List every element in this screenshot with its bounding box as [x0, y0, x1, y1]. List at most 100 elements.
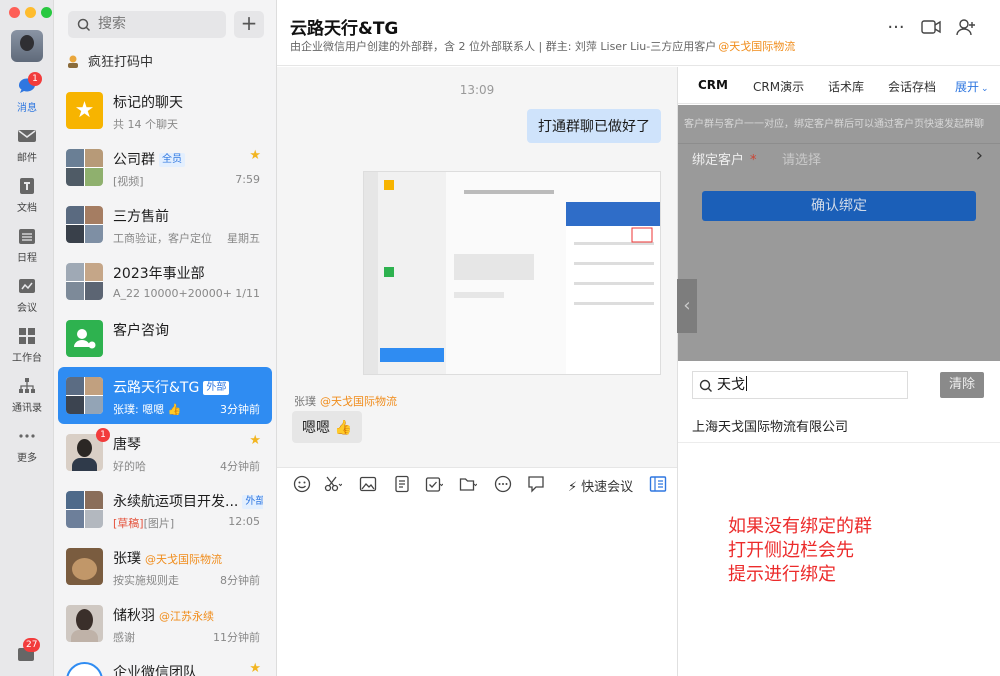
- subtitle-text: 由企业微信用户创建的外部群，含 2 位外部联系人 | 群主: 刘萍 Liser …: [290, 40, 717, 53]
- chat-item-chuqiuyu[interactable]: 储秋羽 @江苏永续 感谢 11分钟前: [58, 595, 272, 652]
- clear-button[interactable]: 清除: [940, 372, 984, 398]
- nav-item-workbench[interactable]: 工作台: [0, 322, 54, 368]
- chat-item-presales[interactable]: 三方售前 工商验证，客户定位... 星期五: [58, 196, 272, 253]
- chat-time: 4分钟前: [220, 460, 260, 473]
- nav-label: 更多: [17, 453, 37, 464]
- zoom-window-button[interactable]: [41, 7, 52, 18]
- nav-item-mail[interactable]: 邮件: [0, 122, 54, 168]
- sender-name: 张璞 @天戈国际物流: [294, 393, 397, 409]
- nav-item-more[interactable]: 更多: [0, 422, 54, 468]
- star-icon: ★: [249, 433, 261, 448]
- group-avatar: [66, 149, 103, 186]
- sender-org: @天戈国际物流: [320, 395, 397, 408]
- text-cursor: [746, 376, 747, 391]
- search-result-item[interactable]: 上海天戈国际物流有限公司: [692, 416, 848, 435]
- unread-badge: 1: [96, 428, 110, 442]
- my-message-bubble[interactable]: 打通群聊已做好了: [527, 109, 661, 143]
- chat-item-company-group[interactable]: 公司群 全员 ★ [视频] 7:59: [58, 139, 272, 196]
- voice-call-button[interactable]: [920, 18, 942, 40]
- nav-rail: 1 消息 邮件 文档 日程 会议 工作台 通讯录 更多 27: [0, 0, 54, 676]
- chevron-down-icon: ⌄: [981, 84, 989, 94]
- schedule-icon[interactable]: [425, 475, 443, 493]
- expand-label: 展开: [955, 80, 980, 94]
- nav-label: 文档: [17, 203, 37, 214]
- org-label: @江苏永续: [159, 610, 214, 623]
- nav-label: 消息: [17, 103, 37, 114]
- crm-sidebar: CRM CRM演示 话术库 会话存档 展开 ⌄ 客户群与客户一一对应，绑定客户群后…: [677, 67, 1000, 676]
- workbench-icon: [19, 328, 35, 344]
- message-input[interactable]: [277, 501, 677, 676]
- chat-item-wecom-team[interactable]: 企业微信团队 ★: [58, 652, 272, 676]
- chat-name-text: 储秋羽: [113, 608, 155, 624]
- lightning-icon: ⚡: [568, 480, 578, 495]
- emoji-icon[interactable]: [293, 475, 311, 493]
- group-avatar: [66, 206, 103, 243]
- file-icon[interactable]: [393, 475, 411, 493]
- tab-expand[interactable]: 展开 ⌄: [955, 78, 989, 95]
- chat-item-starred[interactable]: ★ 标记的聊天 共 14 个聊天: [58, 82, 272, 139]
- chat-time: 11分钟前: [213, 631, 260, 644]
- nav-item-docs[interactable]: 文档: [0, 172, 54, 218]
- sidebar-tabs: CRM CRM演示 话术库 会话存档 展开 ⌄: [678, 67, 1000, 104]
- chat-item-zhangpu[interactable]: 张璞 @天戈国际物流 按实施规则走 8分钟前: [58, 538, 272, 595]
- annotation-line: 如果没有绑定的群: [728, 516, 872, 537]
- quick-meeting-button[interactable]: ⚡ 快速会议: [568, 476, 633, 495]
- add-button[interactable]: +: [234, 11, 264, 38]
- tab-archive[interactable]: 会话存档: [888, 78, 936, 95]
- add-member-button[interactable]: [955, 18, 977, 40]
- nav-item-messages[interactable]: 1 消息: [0, 72, 54, 118]
- tab-scripts[interactable]: 话术库: [828, 78, 864, 95]
- search-icon: [699, 379, 712, 392]
- confirm-bind-button[interactable]: 确认绑定: [702, 191, 976, 221]
- meeting-icon: [19, 279, 35, 293]
- collapse-sidebar-button[interactable]: ‹: [677, 279, 697, 333]
- image-icon[interactable]: [359, 475, 377, 493]
- add-user-icon: [956, 19, 975, 36]
- composer-toolbar: ⚡ 快速会议: [277, 467, 677, 501]
- customer-search-input[interactable]: 天戈: [692, 371, 908, 399]
- tab-crm-demo[interactable]: CRM演示: [753, 78, 804, 95]
- my-avatar[interactable]: [11, 30, 43, 62]
- user-status[interactable]: 疯狂打码中: [66, 53, 153, 73]
- chat-name: 唐琴: [113, 437, 141, 453]
- message-area[interactable]: 13:09 打通群聊已做好了 张璞 @天戈国际物流 嗯嗯 👍: [277, 67, 677, 467]
- scissors-icon[interactable]: [324, 475, 342, 493]
- notifications-button[interactable]: 27: [17, 638, 41, 662]
- bubble-icon[interactable]: [527, 475, 545, 493]
- bind-customer-select[interactable]: 请选择: [782, 149, 821, 168]
- chat-header: 云路天行&TG 由企业微信用户创建的外部群，含 2 位外部联系人 | 群主: 刘…: [277, 0, 1000, 66]
- nav-item-meeting[interactable]: 会议: [0, 272, 54, 318]
- chat-item-customer-consult[interactable]: 客户咨询: [58, 310, 272, 367]
- annotation-line: 提示进行绑定: [728, 564, 836, 585]
- nav-label: 通讯录: [12, 403, 42, 414]
- chat-name: 云路天行&TG 外部: [113, 377, 230, 397]
- star-avatar-icon: ★: [66, 92, 103, 129]
- all-staff-tag: 全员: [159, 153, 185, 167]
- chat-item-division[interactable]: 2023年事业部 A_22 10000+20000+1... 1/11: [58, 253, 272, 310]
- org-label: @天戈国际物流: [145, 553, 222, 566]
- group-avatar: [66, 377, 103, 414]
- chat-preview: 张璞: 嗯嗯 👍: [113, 403, 182, 416]
- chat-item-yunlu-tg[interactable]: 云路天行&TG 外部 张璞: 嗯嗯 👍 3分钟前: [58, 367, 272, 424]
- chat-name: 企业微信团队: [113, 665, 197, 676]
- chat-item-tangqin[interactable]: 1 唐琴 ★ 好的哈 4分钟前: [58, 424, 272, 481]
- chat-preview: 共 14 个聊天: [113, 118, 178, 131]
- more-circle-icon[interactable]: [494, 475, 512, 493]
- folder-icon[interactable]: [459, 475, 477, 493]
- minimize-window-button[interactable]: [25, 7, 36, 18]
- search-input[interactable]: 搜索: [68, 11, 226, 38]
- binding-overlay: 客户群与客户一一对应，绑定客户群后可以通过客户页快速发起群聊 绑定客户 * 请选择…: [677, 105, 1000, 361]
- external-tag: 外部: [203, 381, 230, 395]
- sidebar-toggle-icon[interactable]: [649, 475, 667, 493]
- star-icon: ★: [249, 661, 261, 676]
- more-options-button[interactable]: ···: [885, 18, 907, 40]
- received-message-bubble[interactable]: 嗯嗯 👍: [292, 411, 362, 443]
- chat-item-shipping-project[interactable]: 永续航运项目开发... 外部 [草稿][图片] 12:05: [58, 481, 272, 538]
- nav-item-calendar[interactable]: 日程: [0, 222, 54, 268]
- tab-crm[interactable]: CRM: [698, 78, 728, 92]
- close-window-button[interactable]: [9, 7, 20, 18]
- chat-name: 三方售前: [113, 209, 169, 225]
- nav-label: 工作台: [12, 353, 42, 364]
- nav-item-contacts[interactable]: 通讯录: [0, 372, 54, 418]
- screenshot-image-message[interactable]: [363, 171, 661, 375]
